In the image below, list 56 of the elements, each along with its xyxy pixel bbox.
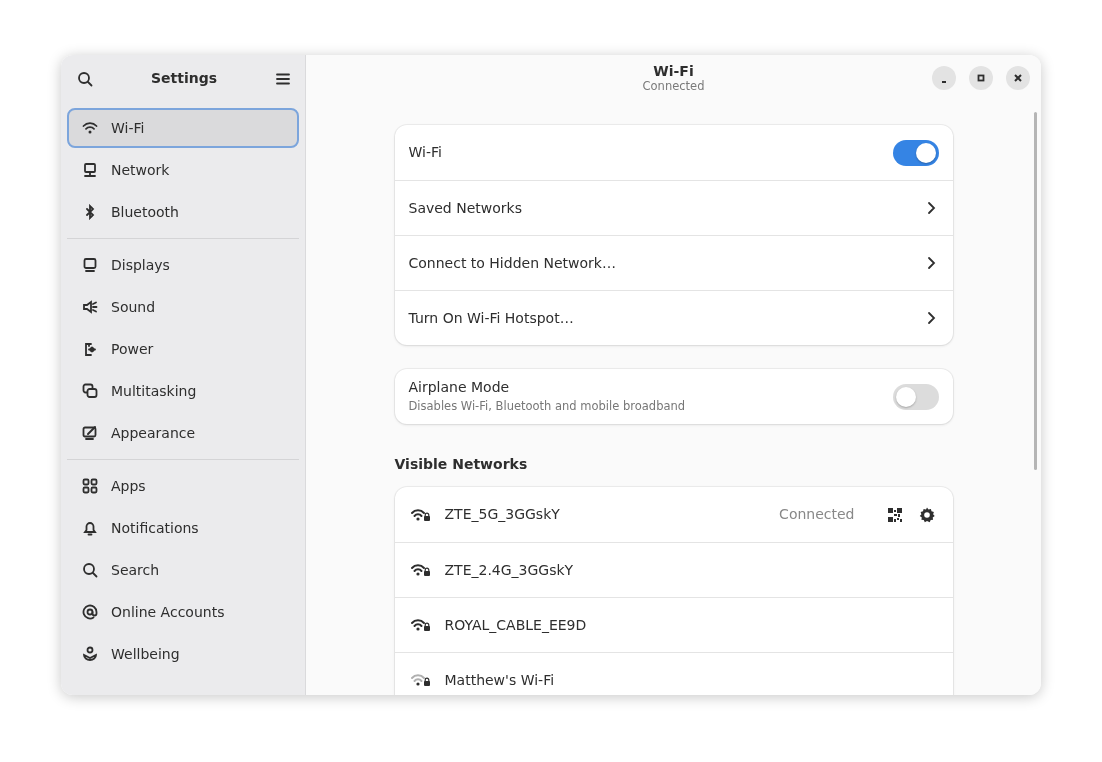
scrollbar[interactable] <box>1034 112 1037 470</box>
network-name: ROYAL_CABLE_EE9D <box>444 615 588 635</box>
bell-icon <box>82 520 98 536</box>
close-icon <box>1012 72 1024 84</box>
wifi-icon <box>82 120 98 136</box>
connection-status: Connected <box>779 505 855 524</box>
display-icon <box>82 257 98 273</box>
network-row[interactable]: ZTE_2.4G_3GGskY <box>394 542 953 597</box>
close-button[interactable] <box>1006 66 1030 90</box>
network-row[interactable]: ZTE_5G_3GGskY Connected <box>394 487 953 542</box>
maximize-icon <box>975 72 987 84</box>
at-sign-icon <box>82 604 98 620</box>
search-icon[interactable] <box>77 70 93 87</box>
sidebar-title: Settings <box>150 69 218 88</box>
minimize-icon <box>941 81 947 83</box>
sidebar-item[interactable]: Network <box>67 150 299 190</box>
window-title: Wi-Fi <box>652 63 695 80</box>
windows-icon <box>82 383 98 399</box>
sidebar-item[interactable]: Search <box>67 550 299 590</box>
sidebar-item[interactable]: Displays <box>67 245 299 285</box>
row-label: Connect to Hidden Network… <box>408 253 617 273</box>
network-name: Matthew's Wi-Fi <box>444 670 556 690</box>
row-description: Disables Wi-Fi, Bluetooth and mobile broadband <box>408 398 687 416</box>
sidebar-item[interactable]: Power <box>67 329 299 369</box>
settings-row[interactable]: Connect to Hidden Network… <box>394 235 953 290</box>
appearance-icon <box>82 425 98 441</box>
row-label: Turn On Wi-Fi Hotspot… <box>408 308 575 328</box>
network-name: ZTE_2.4G_3GGskY <box>444 560 575 580</box>
maximize-button[interactable] <box>969 66 993 90</box>
network-row[interactable]: Matthew's Wi-Fi <box>394 652 953 695</box>
speaker-icon <box>82 299 98 315</box>
sidebar-item[interactable]: Sound <box>67 287 299 327</box>
sidebar-item[interactable]: Wellbeing <box>67 634 299 674</box>
sidebar-item[interactable]: Wi-Fi <box>67 108 299 148</box>
window-subtitle: Connected <box>642 80 705 94</box>
row-label: Airplane Mode <box>408 378 511 398</box>
network-icon <box>82 162 98 178</box>
settings-row[interactable]: Turn On Wi-Fi Hotspot… <box>394 290 953 345</box>
row-label: Saved Networks <box>408 198 523 218</box>
sidebar-item[interactable]: Apps <box>67 466 299 506</box>
network-row[interactable]: ROYAL_CABLE_EE9D <box>394 597 953 652</box>
network-name: ZTE_5G_3GGskY <box>444 505 561 524</box>
qr-code-icon <box>887 507 902 522</box>
sidebar-item[interactable]: Appearance <box>67 413 299 453</box>
settings-row[interactable]: Saved Networks <box>394 180 953 235</box>
search-icon <box>82 562 98 578</box>
apps-icon <box>82 478 98 494</box>
settings-icon <box>917 505 936 524</box>
section-heading: Visible Networks <box>394 455 529 474</box>
sidebar-item[interactable]: Bluetooth <box>67 192 299 232</box>
sidebar-item[interactable]: Notifications <box>67 508 299 548</box>
toggle-switch[interactable] <box>892 383 939 410</box>
sidebar-item[interactable]: Online Accounts <box>67 592 299 632</box>
toggle-switch[interactable] <box>892 139 939 166</box>
sidebar-item[interactable]: Multitasking <box>67 371 299 411</box>
row-label: Wi-Fi <box>408 143 443 162</box>
